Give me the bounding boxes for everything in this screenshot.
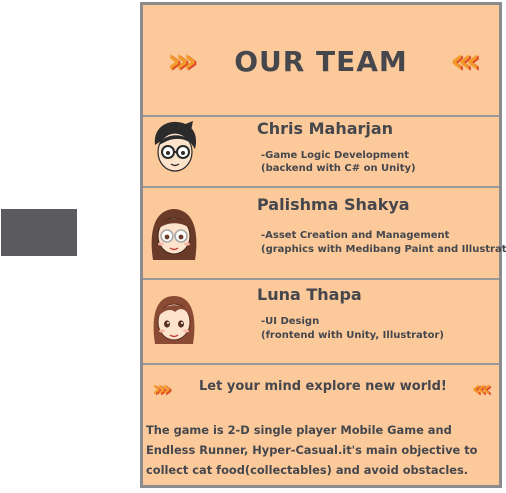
team-panel: › › › OUR TEAM ‹ ‹ ‹ Chris Maharjan -Game Lo… (140, 2, 506, 488)
team-member-card: Chris Maharjan -Game Logic Development (… (143, 115, 499, 186)
about-game-section: › › › Let your mind explore new world! ‹ ‹ ‹… (143, 363, 499, 488)
member-name: Chris Maharjan (257, 119, 394, 138)
chevrons-left-icon: ‹ ‹ ‹ (471, 377, 491, 402)
side-thumbnail (1, 209, 77, 256)
member-role: -Asset Creation and Management (261, 230, 450, 241)
member-name: Luna Thapa (257, 285, 362, 304)
member-name: Palishma Shakya (257, 195, 410, 214)
page-title: OUR TEAM (234, 45, 408, 78)
team-member-card: Palishma Shakya -Asset Creation and Mana… (143, 186, 506, 278)
member-role: -UI Design (261, 316, 320, 327)
member-role-detail: (graphics with Medibang Paint and Illust… (261, 244, 506, 255)
team-member-card: Luna Thapa -UI Design (frontend with Uni… (143, 278, 499, 363)
avatar-long-hair-icon (151, 209, 197, 260)
avatar-bangs-icon (153, 296, 195, 344)
member-role-detail: (frontend with Unity, Illustrator) (261, 330, 444, 341)
member-role-detail: (backend with C# on Unity) (261, 163, 416, 174)
avatar-glasses-icon (154, 121, 197, 172)
game-description: The game is 2-D single player Mobile Gam… (146, 423, 478, 477)
member-role: -Game Logic Development (261, 150, 409, 161)
chevrons-left-icon: ‹ ‹ ‹ (449, 41, 480, 81)
chevrons-right-icon: › › › (152, 377, 172, 402)
tagline: Let your mind explore new world! (199, 379, 447, 394)
team-header: › › › OUR TEAM ‹ ‹ ‹ (143, 5, 499, 115)
